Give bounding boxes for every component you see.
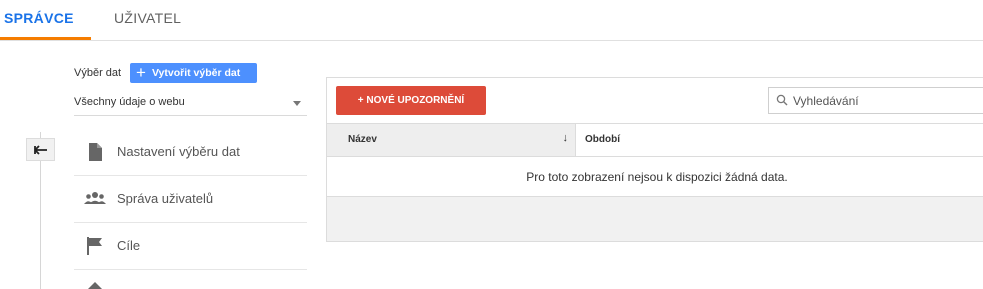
column-name-header[interactable]: Název ↓ — [327, 124, 576, 156]
partial-icon — [88, 282, 102, 289]
nav-item-view-settings[interactable]: Nastavení výběru dat — [74, 129, 307, 176]
create-view-label: Vytvořit výběr dat — [151, 67, 241, 79]
alerts-panel: + NOVÉ UPOZORNĚNÍ Název ↓ Období Pro tot… — [326, 77, 983, 242]
nav-item-label: Nastavení výběru dat — [117, 144, 240, 159]
arrow-back-icon — [33, 144, 47, 155]
sort-desc-icon: ↓ — [562, 132, 569, 144]
people-icon — [84, 192, 106, 204]
next-nav-item-partial[interactable] — [84, 278, 106, 289]
back-button[interactable] — [26, 138, 55, 161]
view-select[interactable]: Všechny údaje o webu — [74, 93, 307, 116]
nav-item-label: Cíle — [117, 238, 141, 253]
nav-item-goals[interactable]: Cíle — [74, 223, 307, 270]
plus-icon: + — [136, 63, 146, 82]
nav-item-user-management[interactable]: Správa uživatelů — [74, 176, 307, 223]
view-label: Výběr dat — [74, 67, 122, 79]
table-footer — [327, 197, 983, 241]
empty-message: Pro toto zobrazení nejsou k dispozici žá… — [526, 170, 788, 184]
create-view-button[interactable]: + Vytvořit výběr dat — [130, 63, 257, 83]
chevron-down-icon — [293, 101, 301, 106]
tab-uzivatel[interactable]: UŽIVATEL — [114, 0, 181, 40]
search-input[interactable] — [793, 92, 973, 109]
tab-spravce[interactable]: SPRÁVCE — [0, 0, 91, 40]
column-period-header[interactable]: Období — [585, 134, 620, 145]
document-icon — [89, 143, 102, 161]
empty-state-row: Pro toto zobrazení nejsou k dispozici žá… — [327, 157, 983, 197]
column-name-label: Název — [348, 134, 377, 145]
search-icon — [776, 94, 788, 106]
table-header: Název ↓ Období — [327, 123, 983, 157]
search-box[interactable] — [768, 87, 983, 114]
new-alert-button[interactable]: + NOVÉ UPOZORNĚNÍ — [336, 86, 486, 115]
flag-icon — [87, 237, 102, 255]
top-tabs: SPRÁVCE UŽIVATEL — [0, 0, 983, 41]
nav-item-label: Správa uživatelů — [117, 191, 214, 206]
view-select-value: Všechny údaje o webu — [74, 96, 185, 108]
